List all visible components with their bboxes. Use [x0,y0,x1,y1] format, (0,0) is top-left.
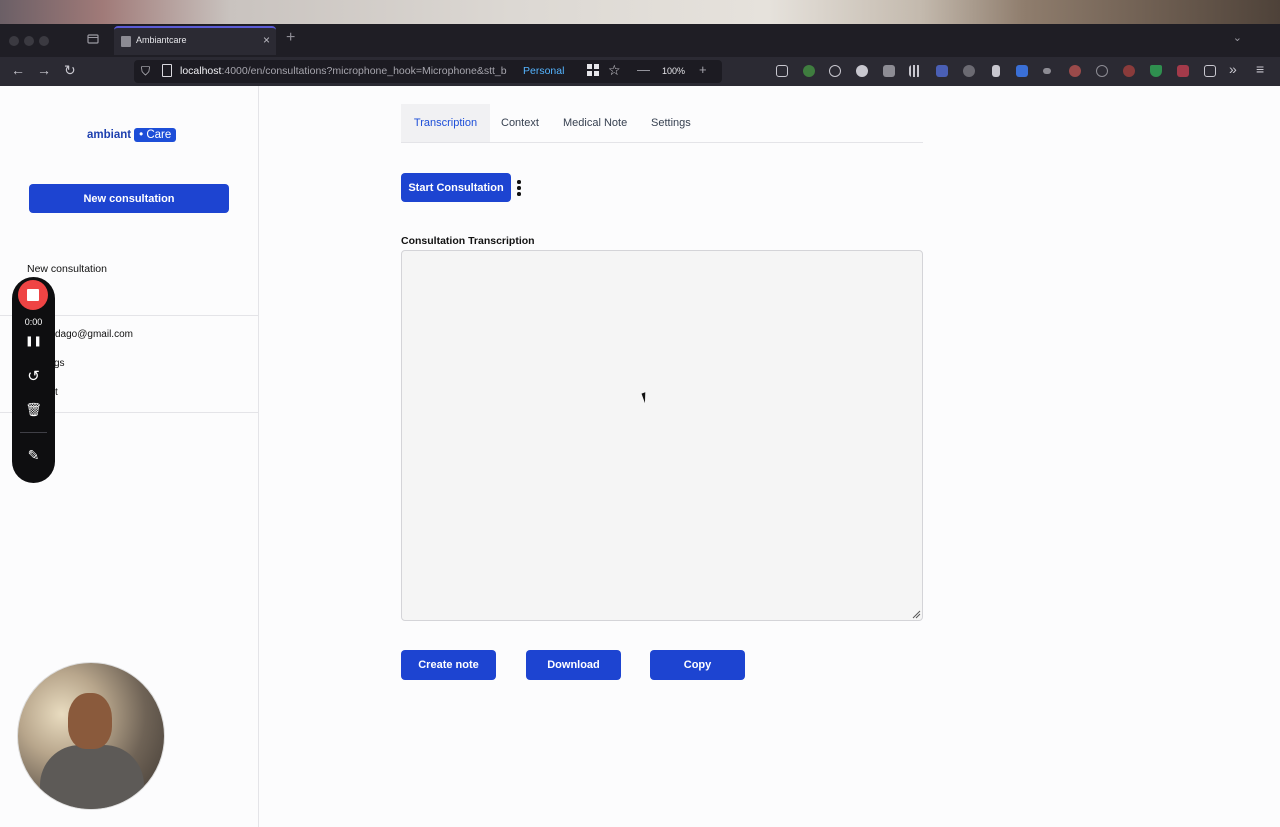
account-email: dago@gmail.com [55,329,133,340]
extension-icon[interactable] [829,65,841,77]
tab-list-chevron-icon[interactable]: ⌄ [1233,31,1242,44]
reload-icon[interactable]: ↻ [64,62,76,79]
extension-icon[interactable] [1177,65,1189,77]
extension-icon[interactable] [803,65,815,77]
consultation-tabs: Transcription Context Medical Note Setti… [401,104,923,143]
zoom-out-button[interactable]: — [637,62,650,77]
browser-nav-bar: ← → ↻ ⛉ localhost:4000/en/consultations?… [0,57,1280,86]
extension-icon[interactable] [909,65,921,77]
bookmark-star-icon[interactable]: ☆ [608,62,621,79]
extension-icon[interactable] [1069,65,1081,77]
extension-icon[interactable] [936,65,948,77]
profile-container-label[interactable]: Personal [523,65,564,77]
copy-button[interactable]: Copy [650,650,745,680]
extensions-puzzle-icon[interactable] [1204,65,1216,77]
extension-icon[interactable] [1043,68,1051,74]
delete-icon[interactable]: 🗑 [12,402,55,418]
create-note-button[interactable]: Create note [401,650,496,680]
url-path: :4000/en/consultations?microphone_hook=M… [221,65,507,77]
logo-text: ambiant [87,129,132,141]
extension-icon[interactable] [1123,65,1135,77]
new-consultation-button[interactable]: New consultation [29,184,229,213]
zoom-in-button[interactable]: + [699,62,707,77]
browser-tab-active[interactable]: Ambiantcare × [114,26,276,55]
tracking-shield-icon[interactable]: ⛉ [141,64,150,79]
transcription-textarea[interactable] [401,250,923,621]
extension-icon[interactable] [856,65,868,77]
download-button[interactable]: Download [526,650,621,680]
logo-badge: • Care [134,128,177,142]
overflow-chevron-icon[interactable]: » [1229,61,1237,77]
url-text[interactable]: localhost:4000/en/consultations?micropho… [180,65,516,77]
address-bar[interactable]: ⛉ localhost:4000/en/consultations?microp… [134,60,722,83]
app-logo[interactable]: ambiant • Care [87,128,177,142]
window-minimize-control[interactable] [24,36,34,46]
page-info-icon[interactable] [162,64,172,77]
tab-title: Ambiantcare [136,35,187,45]
start-consultation-button[interactable]: Start Consultation [401,173,511,202]
desktop-wallpaper [0,0,1280,24]
logout-link[interactable]: t [55,387,58,398]
window-close-control[interactable] [9,36,19,46]
more-options-icon[interactable] [517,180,521,198]
stop-icon [27,289,39,301]
lock-icon[interactable] [992,65,1000,77]
page-favicon-icon [121,36,131,47]
extension-icon[interactable] [963,65,975,77]
pause-icon[interactable]: ❚❚ [12,336,55,347]
webcam-bubble[interactable] [17,662,165,810]
browser-tab-bar: Ambiantcare × + ⌄ [0,24,1280,57]
extension-icon[interactable] [1096,65,1108,77]
recording-timer: 0:00 [24,317,43,327]
hamburger-menu-icon[interactable]: ≡ [1256,61,1264,77]
tab-medical-note[interactable]: Medical Note [563,104,627,142]
url-host: localhost [180,65,222,77]
forward-arrow-icon[interactable]: → [37,62,51,78]
shield-extension-icon[interactable] [1150,65,1162,77]
account-settings-link[interactable]: gs [54,358,65,369]
recording-toolbar: 0:00 ❚❚ ↺ 🗑 ✎ [12,277,55,483]
toolbar-divider [20,432,47,433]
sidebar-item-consultation[interactable]: New consultation [27,263,107,275]
restart-icon[interactable]: ↺ [12,367,55,385]
page-viewport: ambiant • Care New consultation New cons… [0,86,1280,827]
pocket-icon[interactable] [776,65,788,77]
tab-close-icon[interactable]: × [263,33,270,47]
tab-context[interactable]: Context [501,104,539,142]
tab-settings[interactable]: Settings [651,104,691,142]
webcam-person-body [40,745,144,809]
extension-icon[interactable] [883,65,895,77]
transcription-label: Consultation Transcription [401,235,535,247]
apps-grid-icon[interactable] [587,64,599,76]
tab-groups-icon[interactable] [87,33,101,47]
tab-transcription[interactable]: Transcription [401,104,490,142]
back-arrow-icon[interactable]: ← [11,62,25,78]
resize-handle-icon[interactable] [912,610,921,619]
window-zoom-control[interactable] [39,36,49,46]
webcam-person-head [68,693,112,749]
draw-pencil-icon[interactable]: ✎ [12,447,55,464]
extension-icon[interactable] [1016,65,1028,77]
new-tab-button[interactable]: + [286,29,295,47]
zoom-level[interactable]: 100% [662,66,685,76]
stop-recording-button[interactable] [18,280,48,310]
